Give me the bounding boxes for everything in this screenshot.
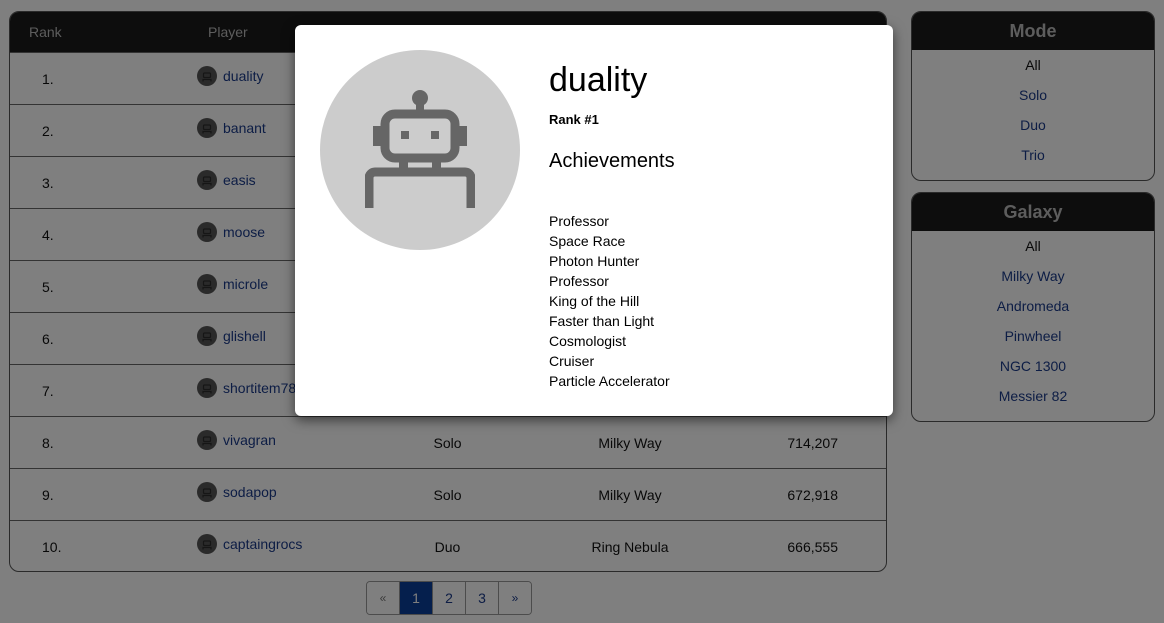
achievement-item: Professor — [549, 213, 609, 229]
achievement-item: Particle Accelerator — [549, 373, 670, 389]
robot-icon — [365, 90, 475, 208]
player-profile-modal: duality Rank #1 Achievements Professor S… — [295, 25, 893, 416]
achievement-item: King of the Hill — [549, 293, 640, 309]
achievement-item: Professor — [549, 273, 609, 289]
achievement-item: Space Race — [549, 233, 626, 249]
modal-player-name: duality — [549, 61, 648, 99]
modal-player-rank: Rank #1 — [549, 112, 599, 127]
achievement-item: Faster than Light — [549, 313, 655, 329]
achievements-heading: Achievements — [549, 150, 675, 172]
achievements-list: Professor Space Race Photon Hunter Profe… — [549, 211, 670, 391]
achievement-item: Photon Hunter — [549, 253, 640, 269]
achievement-item: Cruiser — [549, 353, 595, 369]
player-avatar — [320, 50, 520, 250]
achievement-item: Cosmologist — [549, 333, 627, 349]
